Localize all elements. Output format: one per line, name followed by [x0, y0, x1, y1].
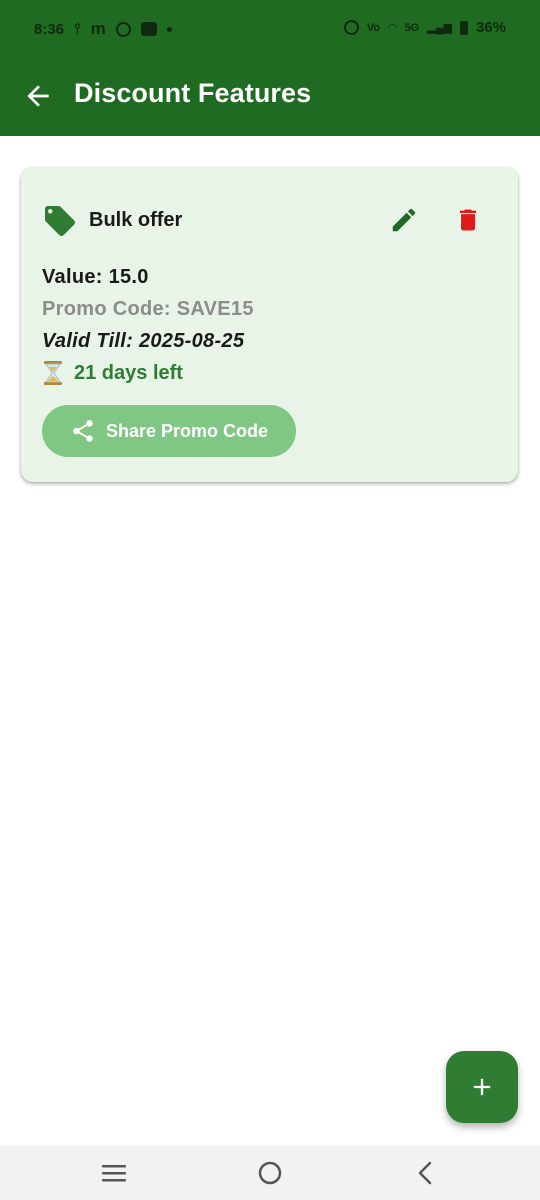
tag-icon	[45, 206, 75, 236]
days-left: 21 days left	[42, 361, 183, 385]
home-circle-icon[interactable]	[257, 1160, 283, 1186]
usb-icon: ⫯	[74, 20, 81, 38]
dot-icon	[166, 26, 172, 32]
app-bar: 8:36 ⫯ m Vo ◠ 5G ▂▄▆ 36% Discount Featur…	[0, 0, 540, 136]
alarm-icon	[343, 20, 359, 35]
valid-till: Valid Till: 2025-08-25	[42, 330, 245, 352]
status-left: 8:36 ⫯ m	[34, 19, 172, 39]
battery-icon	[459, 20, 468, 35]
message-icon	[140, 22, 157, 36]
days-left-text: 21 days left	[74, 361, 183, 384]
whatsapp-icon	[115, 21, 131, 37]
discount-card: Bulk offer Value: 15.0 Promo Code: SAVE1…	[21, 167, 518, 482]
trash-icon[interactable]	[454, 205, 482, 235]
back-chevron-icon[interactable]	[414, 1160, 436, 1186]
m-app-icon: m	[90, 19, 106, 38]
hourglass-icon	[44, 361, 62, 385]
discount-value: Value: 15.0	[42, 266, 149, 288]
pencil-icon[interactable]	[389, 205, 419, 235]
hotspot-icon: ◠	[388, 22, 397, 34]
share-icon	[73, 420, 93, 442]
arrow-left-icon[interactable]	[22, 80, 54, 112]
signal-icon: ▂▄▆	[427, 22, 452, 34]
status-time: 8:36	[34, 20, 65, 38]
status-bar: 8:36 ⫯ m Vo ◠ 5G ▂▄▆ 36%	[0, 0, 540, 56]
add-discount-button[interactable]	[446, 1051, 518, 1123]
system-nav-bar	[0, 1146, 540, 1200]
share-promo-button[interactable]: Share Promo Code	[42, 405, 296, 457]
5g-icon: 5G	[404, 21, 420, 34]
status-right: Vo ◠ 5G ▂▄▆ 36%	[343, 19, 506, 36]
battery-percent: 36%	[475, 19, 506, 36]
offer-name: Bulk offer	[89, 209, 183, 231]
menu-icon[interactable]	[100, 1162, 128, 1184]
volte-icon: Vo	[366, 21, 381, 34]
promo-code: Promo Code: SAVE15	[42, 298, 254, 320]
plus-icon	[473, 1078, 491, 1096]
page-title: Discount Features	[74, 78, 312, 108]
share-button-label: Share Promo Code	[105, 420, 269, 441]
